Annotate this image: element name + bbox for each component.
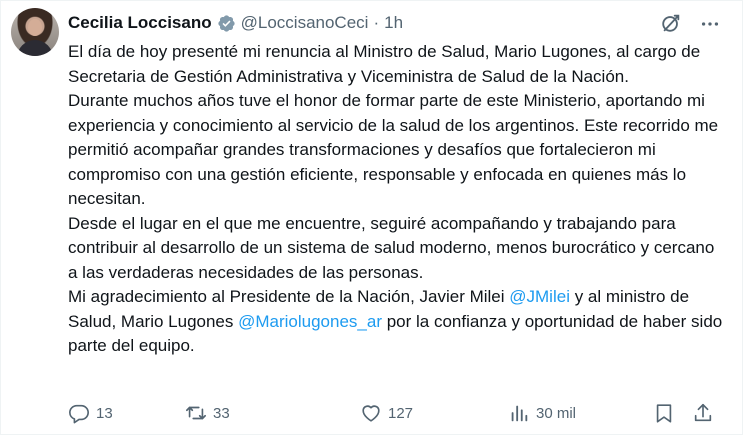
header-separator: · (373, 13, 380, 32)
bookmark-icon (656, 404, 672, 423)
tweet-card[interactable]: Cecilia Loccisano @LoccisanoCeci · 1h El… (0, 0, 743, 435)
author-handle[interactable]: @LoccisanoCeci (241, 13, 369, 33)
share-icon (694, 403, 712, 422)
tweet-text-segment: Mi agradecimiento al Presidente de la Na… (68, 287, 510, 306)
avatar-shoulders (17, 40, 53, 56)
verified-badge-icon (218, 14, 235, 32)
more-icon[interactable] (699, 13, 721, 35)
retweet-icon (186, 406, 206, 420)
share-button[interactable] (692, 400, 714, 426)
action-bar: 13 33 127 30 mil (68, 400, 728, 426)
mention-jmilei[interactable]: @JMilei (509, 287, 570, 306)
views-count: 30 mil (536, 404, 577, 422)
tweet-paragraph-4: Mi agradecimiento al Presidente de la Na… (68, 285, 728, 359)
like-count: 127 (388, 404, 414, 422)
author-name[interactable]: Cecilia Loccisano (68, 13, 212, 33)
like-icon (362, 405, 380, 422)
tweet-paragraph-1: El día de hoy presenté mi renuncia al Mi… (68, 42, 701, 86)
reply-count: 13 (96, 404, 113, 422)
retweet-count: 33 (213, 404, 230, 422)
tweet-paragraph-3: Desde el lugar en el que me encuentre, s… (68, 213, 715, 282)
avatar[interactable] (11, 8, 59, 56)
views-button[interactable]: 30 mil (508, 400, 576, 426)
mention-mariolugones[interactable]: @Mariolugones_ar (238, 312, 382, 331)
tweet-text: El día de hoy presenté mi renuncia al Mi… (68, 40, 728, 359)
like-button[interactable]: 127 (360, 400, 413, 426)
views-icon (511, 405, 528, 422)
tweet-header: Cecilia Loccisano @LoccisanoCeci · 1h (68, 12, 403, 34)
reply-button[interactable]: 13 (68, 400, 113, 426)
tweet-paragraph-2: Durante muchos años tuve el honor de for… (68, 91, 719, 208)
bookmark-button[interactable] (653, 400, 675, 426)
avatar-face (28, 19, 42, 36)
tweet-timestamp[interactable]: 1h (384, 13, 403, 33)
retweet-button[interactable]: 33 (185, 400, 230, 426)
grok-icon[interactable] (660, 12, 682, 34)
reply-icon (69, 404, 89, 424)
